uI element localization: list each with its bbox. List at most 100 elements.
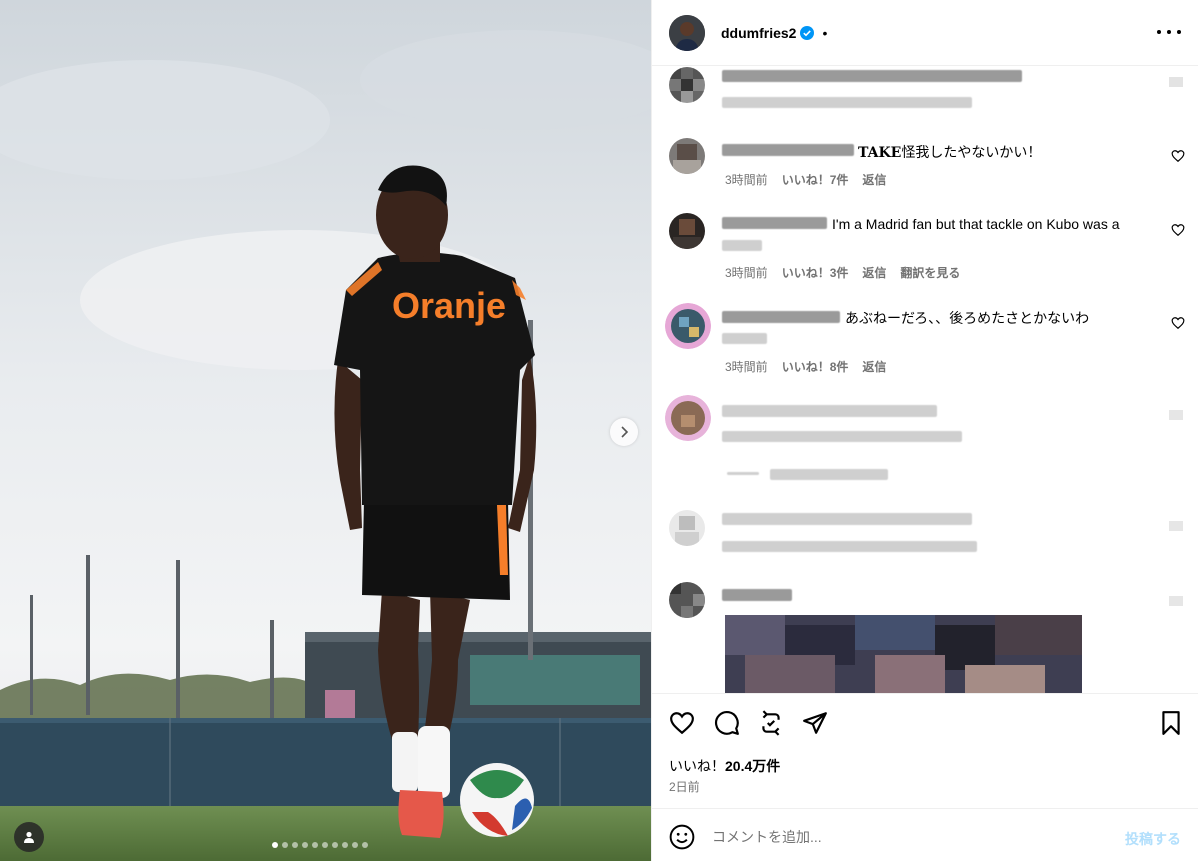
carousel-dot <box>322 842 328 848</box>
carousel-indicator <box>272 842 368 848</box>
comment-meta: 3時間前 いいね！8件 返信 <box>725 358 886 375</box>
comment-bold: TAKE <box>858 145 902 161</box>
more-icon <box>1157 30 1161 34</box>
heart-icon[interactable] <box>1167 75 1185 89</box>
author-avatar[interactable] <box>669 14 705 51</box>
avatar-image <box>669 67 705 103</box>
user-tag-icon <box>24 831 34 843</box>
carousel-dot <box>312 842 318 848</box>
verified-icon <box>800 25 815 40</box>
reply-button[interactable]: 返信 <box>862 358 886 375</box>
comment-likes[interactable]: いいね！7件 <box>782 171 849 188</box>
post-time[interactable]: 2日前 <box>669 778 700 795</box>
likes-label: いいね！ <box>669 758 725 774</box>
more-icon-dot <box>1177 30 1181 34</box>
commenter-avatar[interactable] <box>669 510 705 546</box>
repost-icon[interactable] <box>758 710 784 736</box>
carousel-dot <box>282 842 288 848</box>
heart-icon[interactable] <box>1167 519 1185 533</box>
pixelated-username <box>722 589 792 601</box>
share-icon[interactable] <box>802 710 828 736</box>
chevron-right-icon <box>621 426 629 438</box>
post-header: ddumfries2 • <box>652 0 1198 66</box>
post-side-panel: ddumfries2 • TAKE怪我したやないかい！ 3時間前 いいね！7件 … <box>651 0 1198 861</box>
comment-text: TAKE怪我したやないかい！ <box>858 142 1041 162</box>
comment-input[interactable] <box>712 824 1092 850</box>
comment-time: 3時間前 <box>725 173 768 187</box>
comment-body: 怪我したやないかい！ <box>901 144 1042 160</box>
next-slide-button[interactable] <box>610 418 638 446</box>
carousel-dot <box>272 842 278 848</box>
heart-icon[interactable] <box>1167 408 1185 422</box>
heart-icon[interactable] <box>669 710 695 736</box>
avatar-image <box>669 14 705 51</box>
comment-list[interactable]: TAKE怪我したやないかい！ 3時間前 いいね！7件 返信 I'm a Madr… <box>652 67 1198 693</box>
reply-button[interactable]: 返信 <box>862 264 886 281</box>
post-media[interactable]: Oranje <box>0 0 651 861</box>
comment-image-pixels <box>725 615 1082 693</box>
commenter-avatar[interactable] <box>669 67 705 103</box>
pixelated-text <box>722 70 1022 82</box>
translate-button[interactable]: 翻訳を見る <box>900 264 960 281</box>
comment-likes[interactable]: いいね！3件 <box>782 264 849 281</box>
emoji-icon[interactable] <box>669 824 695 850</box>
pixelated-text <box>722 333 767 344</box>
commenter-avatar[interactable] <box>665 395 711 441</box>
post-modal: Oranje ddumfries2 • TAKE怪我したやないかい！ 3時間前 … <box>0 0 1198 861</box>
comment-time: 3時間前 <box>725 360 768 374</box>
comment-image[interactable] <box>725 615 1082 693</box>
pixelated-text <box>727 472 759 475</box>
carousel-dot <box>342 842 348 848</box>
pixelated-text <box>722 405 937 417</box>
pixelated-username <box>722 217 827 229</box>
commenter-avatar[interactable] <box>669 213 705 249</box>
comment-time: 3時間前 <box>725 266 768 280</box>
comment-text: I'm a Madrid fan but that tackle on Kubo… <box>832 216 1120 232</box>
carousel-dot <box>352 842 358 848</box>
commenter-avatar[interactable] <box>665 303 711 349</box>
more-options-button[interactable] <box>1157 22 1181 42</box>
heart-icon[interactable] <box>1167 594 1185 608</box>
pixelated-text <box>722 431 962 442</box>
comment-likes[interactable]: いいね！8件 <box>782 358 849 375</box>
post-photo: Oranje <box>0 0 651 861</box>
more-icon-dot <box>1167 30 1171 34</box>
pixelated-text <box>722 240 762 251</box>
heart-icon[interactable] <box>1171 149 1185 163</box>
header-separator: • <box>822 24 828 41</box>
heart-icon[interactable] <box>1171 223 1185 237</box>
comment-text: あぶねーだろ、、後ろめたさとかないわ <box>845 310 1090 326</box>
commenter-avatar[interactable] <box>669 582 705 618</box>
shirt-print: Oranje <box>392 285 506 326</box>
carousel-dot <box>302 842 308 848</box>
avatar-image <box>669 582 705 618</box>
pixelated-text <box>722 513 972 525</box>
carousel-dot <box>292 842 298 848</box>
pixelated-text <box>722 541 977 552</box>
avatar-image <box>665 395 711 441</box>
avatar-image <box>669 138 705 174</box>
comment-meta: 3時間前 いいね！7件 返信 <box>725 171 886 188</box>
post-actions: いいね！20.4万件 2日前 <box>652 693 1198 808</box>
avatar-image <box>669 510 705 546</box>
user-tag-button[interactable] <box>14 822 44 852</box>
commenter-avatar[interactable] <box>669 138 705 174</box>
pixelated-username <box>722 144 854 156</box>
carousel-dot <box>362 842 368 848</box>
avatar-image <box>665 303 711 349</box>
author-username[interactable]: ddumfries2 <box>721 25 796 41</box>
likes-number: 20.4万件 <box>725 758 781 774</box>
pixelated-text <box>770 469 888 480</box>
carousel-dot <box>332 842 338 848</box>
comment-icon[interactable] <box>714 710 740 736</box>
post-comment-button[interactable]: 投稿する <box>1125 829 1181 849</box>
likes-count[interactable]: いいね！20.4万件 <box>669 756 780 776</box>
pixelated-username <box>722 311 840 323</box>
comment-composer: 投稿する <box>652 808 1198 861</box>
avatar-image <box>669 213 705 249</box>
comment-meta: 3時間前 いいね！3件 返信 翻訳を見る <box>725 264 960 281</box>
bookmark-icon[interactable] <box>1158 710 1184 736</box>
reply-button[interactable]: 返信 <box>862 171 886 188</box>
heart-icon[interactable] <box>1171 316 1185 330</box>
pixelated-text <box>722 97 972 108</box>
